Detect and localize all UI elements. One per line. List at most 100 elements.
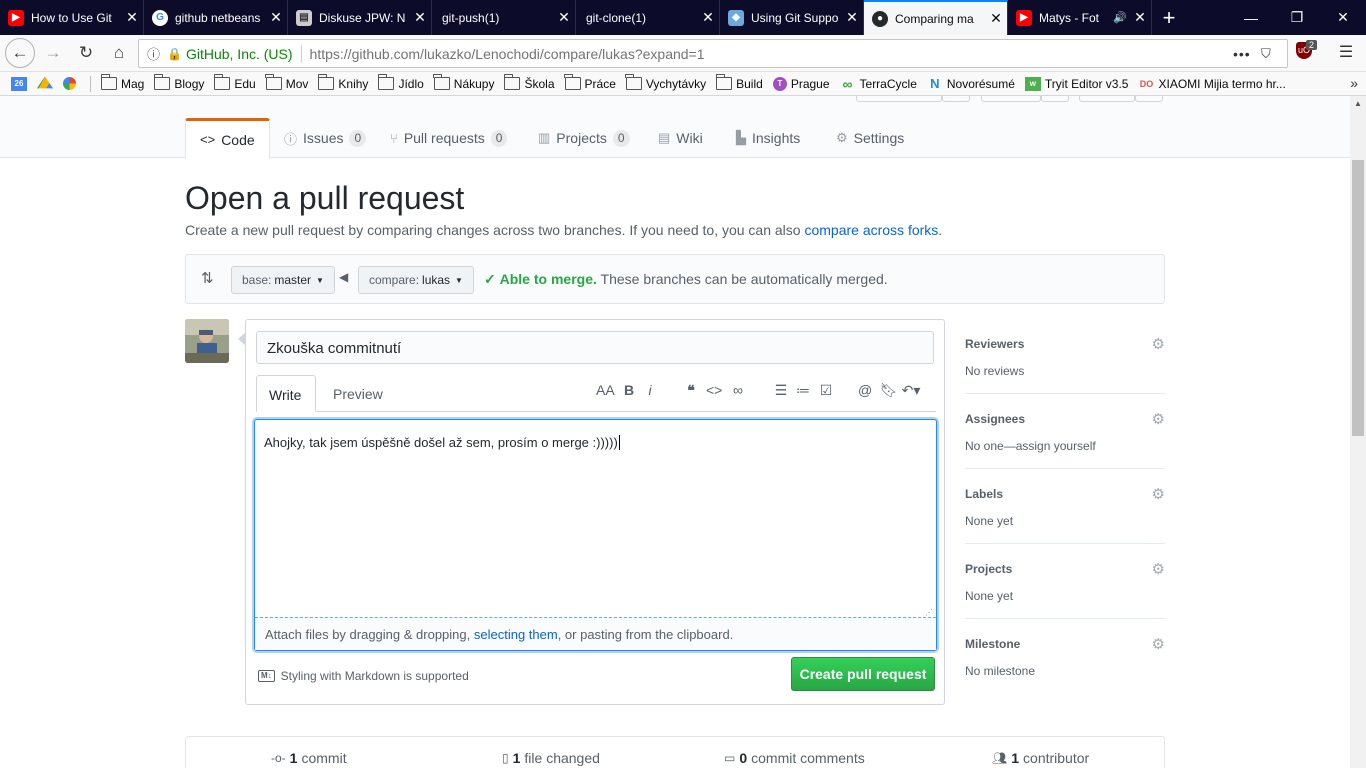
- gear-icon[interactable]: ⚙: [1152, 335, 1165, 353]
- bookmark-icon[interactable]: 🔖︎: [880, 382, 898, 399]
- bookmark-photos[interactable]: [63, 77, 80, 90]
- fork-count-stub[interactable]: [1135, 96, 1163, 102]
- bookmark-folder[interactable]: Vychytávky: [625, 74, 706, 91]
- back-button[interactable]: ←: [5, 38, 35, 68]
- browser-tab[interactable]: git-push(1) ✕: [432, 0, 576, 35]
- resize-handle-icon[interactable]: ⋰: [925, 608, 933, 617]
- restore-icon[interactable]: ❐: [1274, 0, 1320, 35]
- task-list-icon[interactable]: ☑: [818, 382, 834, 399]
- close-tab-icon[interactable]: ✕: [265, 9, 287, 26]
- ordered-list-icon[interactable]: ≔: [796, 382, 810, 399]
- italic-icon[interactable]: i: [644, 382, 656, 398]
- pr-title-input[interactable]: Zkouška commitnutí: [256, 331, 934, 364]
- close-tab-icon[interactable]: ✕: [841, 9, 863, 26]
- create-pull-request-button[interactable]: Create pull request: [791, 657, 935, 691]
- watch-button-stub[interactable]: [856, 96, 942, 102]
- bookmark-drive[interactable]: [37, 76, 57, 91]
- base-branch-select[interactable]: base: master ▼: [231, 266, 335, 294]
- page-actions-icon[interactable]: •••: [1233, 46, 1261, 62]
- gear-icon[interactable]: ⚙: [1152, 485, 1165, 503]
- bookmark-calendar[interactable]: 26: [11, 76, 31, 91]
- close-tab-icon[interactable]: ✕: [1129, 9, 1151, 26]
- browser-tab[interactable]: ▶ How to Use Git ✕: [0, 0, 144, 35]
- mention-icon[interactable]: @: [858, 382, 872, 398]
- file-attachment-bar[interactable]: Attach files by dragging & dropping, sel…: [255, 617, 936, 650]
- close-window-icon[interactable]: ✕: [1320, 0, 1366, 35]
- pocket-icon[interactable]: ⛉: [1261, 46, 1287, 62]
- minimize-icon[interactable]: —: [1228, 0, 1274, 35]
- bookmark-folder[interactable]: Blogy: [153, 74, 204, 91]
- home-button[interactable]: ⌂: [104, 38, 134, 68]
- fork-button-stub[interactable]: [1079, 96, 1135, 102]
- stat-commits[interactable]: -o- 1 commit: [271, 750, 347, 766]
- header-text-icon[interactable]: AA: [596, 382, 615, 398]
- more-bookmarks-icon[interactable]: »: [1350, 75, 1358, 91]
- tab-projects[interactable]: ▥ Projects 0: [524, 118, 644, 158]
- gear-icon[interactable]: ⚙: [1152, 560, 1165, 578]
- stat-files-changed[interactable]: ▯ 1 file changed: [502, 750, 600, 766]
- bookmark-novoresume[interactable]: N Novorésumé: [927, 76, 1015, 91]
- avatar[interactable]: [185, 319, 229, 363]
- browser-tab[interactable]: ▶ Matys - Fot 🔊 ✕: [1008, 0, 1152, 35]
- select-files-link[interactable]: selecting them: [474, 627, 558, 642]
- ublock-extension-button[interactable]: uO 2: [1296, 40, 1320, 64]
- reply-icon[interactable]: ↶▾: [900, 382, 922, 399]
- bookmark-tryit[interactable]: w Tryit Editor v3.5: [1024, 76, 1128, 91]
- info-icon[interactable]: ⓘ: [147, 44, 167, 63]
- quote-icon[interactable]: ❝: [684, 382, 698, 399]
- browser-tab[interactable]: git-clone(1) ✕: [576, 0, 720, 35]
- tab-issues[interactable]: ⓘ Issues 0: [270, 118, 380, 158]
- code-icon[interactable]: <>: [706, 382, 722, 398]
- bookmark-prague[interactable]: T Prague: [772, 76, 830, 91]
- watch-count-stub[interactable]: [942, 96, 970, 102]
- tab-code[interactable]: <> Code: [185, 118, 270, 159]
- bookmark-terracycle[interactable]: ∞ TerraCycle: [840, 76, 917, 92]
- bookmark-folder[interactable]: Nákupy: [433, 74, 494, 91]
- scroll-up-icon[interactable]: ▲: [1350, 99, 1366, 108]
- bookmark-folder[interactable]: Build: [715, 74, 763, 91]
- tab-pull-requests[interactable]: ⑂ Pull requests 0: [376, 118, 521, 158]
- browser-tab-active[interactable]: ● Comparing ma ✕: [864, 0, 1008, 35]
- site-identity[interactable]: GitHub, Inc. (US): [186, 46, 293, 62]
- pr-body-text[interactable]: Ahojky, tak jsem úspěšně došel až sem, p…: [264, 435, 620, 450]
- browser-tab[interactable]: G github netbeans ✕: [144, 0, 288, 35]
- bookmark-folder[interactable]: Knihy: [317, 74, 368, 91]
- compare-across-forks-link[interactable]: compare across forks: [804, 222, 938, 238]
- tab-insights[interactable]: ▙ Insights: [722, 118, 814, 158]
- stat-commit-comments[interactable]: ▭ 0 commit comments: [724, 750, 865, 766]
- compare-branch-select[interactable]: compare: lukas ▼: [358, 266, 474, 294]
- scrollbar-thumb[interactable]: [1352, 160, 1364, 436]
- hamburger-menu-icon[interactable]: ☰: [1332, 42, 1360, 62]
- bookmark-folder[interactable]: Škola: [503, 74, 555, 91]
- star-button-stub[interactable]: [981, 96, 1041, 102]
- gear-icon[interactable]: ⚙: [1152, 635, 1165, 653]
- close-tab-icon[interactable]: ✕: [553, 9, 575, 26]
- link-icon[interactable]: ∞: [730, 382, 746, 398]
- tab-preview[interactable]: Preview: [321, 375, 395, 412]
- speaker-icon[interactable]: 🔊: [1113, 11, 1127, 24]
- bookmark-folder[interactable]: Edu: [213, 74, 256, 91]
- bold-icon[interactable]: B: [622, 382, 636, 398]
- bookmark-folder[interactable]: Mag: [100, 74, 144, 91]
- close-tab-icon[interactable]: ✕: [409, 9, 431, 26]
- tab-write[interactable]: Write: [256, 375, 316, 412]
- new-tab-button[interactable]: +: [1152, 0, 1186, 35]
- bookmark-folder[interactable]: Práce: [564, 74, 616, 91]
- url-text[interactable]: https://github.com/lukazko/Lenochodi/com…: [310, 46, 1233, 62]
- tab-settings[interactable]: ⚙ Settings: [822, 118, 918, 158]
- reload-button[interactable]: ↻: [71, 38, 101, 68]
- page-scrollbar[interactable]: ▲: [1350, 96, 1366, 768]
- close-tab-icon[interactable]: ✕: [121, 9, 143, 26]
- address-bar[interactable]: ⓘ 🔒 GitHub, Inc. (US) https://github.com…: [138, 39, 1288, 68]
- close-tab-icon[interactable]: ✕: [985, 10, 1007, 27]
- browser-tab[interactable]: ▤ Diskuse JPW: N ✕: [288, 0, 432, 35]
- pr-body-textarea[interactable]: Ahojky, tak jsem úspěšně došel až sem, p…: [254, 419, 937, 651]
- forward-button[interactable]: →: [38, 38, 68, 68]
- close-tab-icon[interactable]: ✕: [697, 9, 719, 26]
- bookmark-folder[interactable]: Mov: [265, 74, 308, 91]
- star-count-stub[interactable]: [1041, 96, 1069, 102]
- stat-contributors[interactable]: 👥︎ 1 contributor: [992, 750, 1089, 766]
- gear-icon[interactable]: ⚙: [1152, 410, 1165, 428]
- bookmark-folder[interactable]: Jídlo: [377, 74, 424, 91]
- markdown-support-note[interactable]: M↓ Styling with Markdown is supported: [258, 669, 469, 683]
